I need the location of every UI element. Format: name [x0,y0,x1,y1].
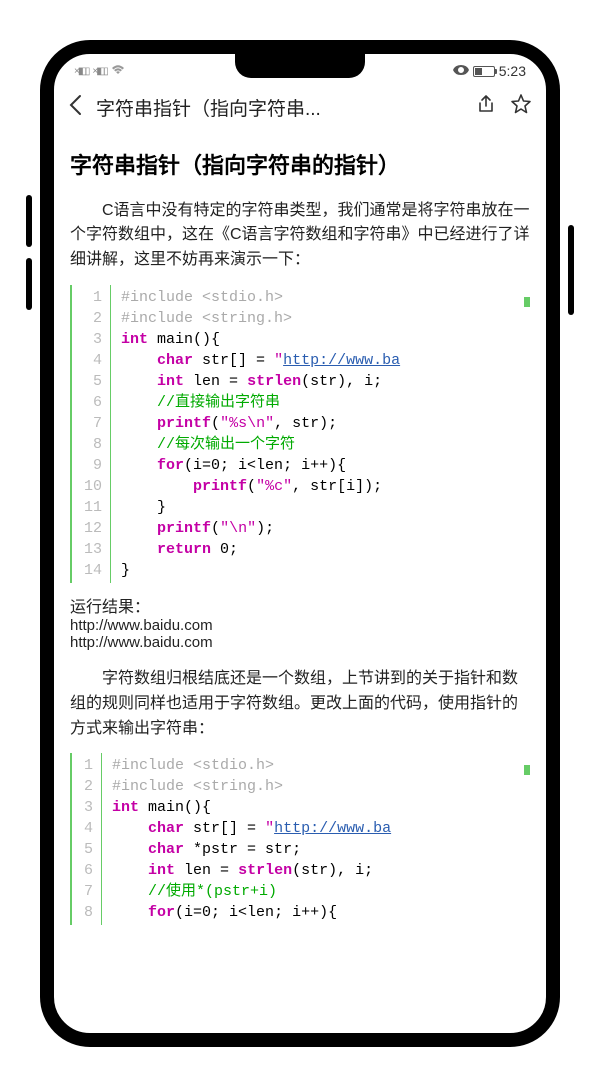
back-button[interactable] [68,94,82,120]
code-lines-2: #include <stdio.h>#include <string.h>int… [102,753,530,925]
power-button[interactable] [568,225,574,315]
star-icon[interactable] [510,93,532,121]
code-block-1: 1234567891011121314 #include <stdio.h>#i… [70,285,530,583]
status-time: 5:23 [499,63,526,79]
article-title: 字符串指针（指向字符串的指针） [70,152,530,181]
eye-icon [453,64,469,78]
phone-frame: ×▮▯▯ ×▮▯▯ 5:23 字符串指针（指向字符串... 字符串指针（指向字符… [40,40,560,1047]
share-icon[interactable] [476,94,496,120]
result-label: 运行结果： [70,593,530,617]
wifi-icon [111,64,125,78]
nav-title: 字符串指针（指向字符串... [96,94,462,121]
code-block-2: 12345678 #include <stdio.h>#include <str… [70,753,530,925]
line-numbers-2: 12345678 [72,753,102,925]
volume-up-button[interactable] [26,195,32,247]
result-line-1: http://www.baidu.com [70,617,530,634]
volume-down-button[interactable] [26,258,32,310]
signal-icon-1: ×▮▯▯ [74,66,88,77]
paragraph-1: C语言中没有特定的字符串类型，我们通常是将字符串放在一个字符数组中，这在《C语言… [70,199,530,273]
battery-icon [473,66,495,77]
signal-icon-2: ×▮▯▯ [92,66,106,77]
result-line-2: http://www.baidu.com [70,634,530,651]
paragraph-2: 字符数组归根结底还是一个数组，上节讲到的关于指针和数组的规则同样也适用于字符数组… [70,667,530,741]
nav-bar: 字符串指针（指向字符串... [54,84,546,130]
code-lines-1: #include <stdio.h>#include <string.h>int… [111,285,530,583]
line-numbers-1: 1234567891011121314 [72,285,111,583]
phone-notch [235,54,365,78]
article-content[interactable]: 字符串指针（指向字符串的指针） C语言中没有特定的字符串类型，我们通常是将字符串… [54,130,546,1033]
